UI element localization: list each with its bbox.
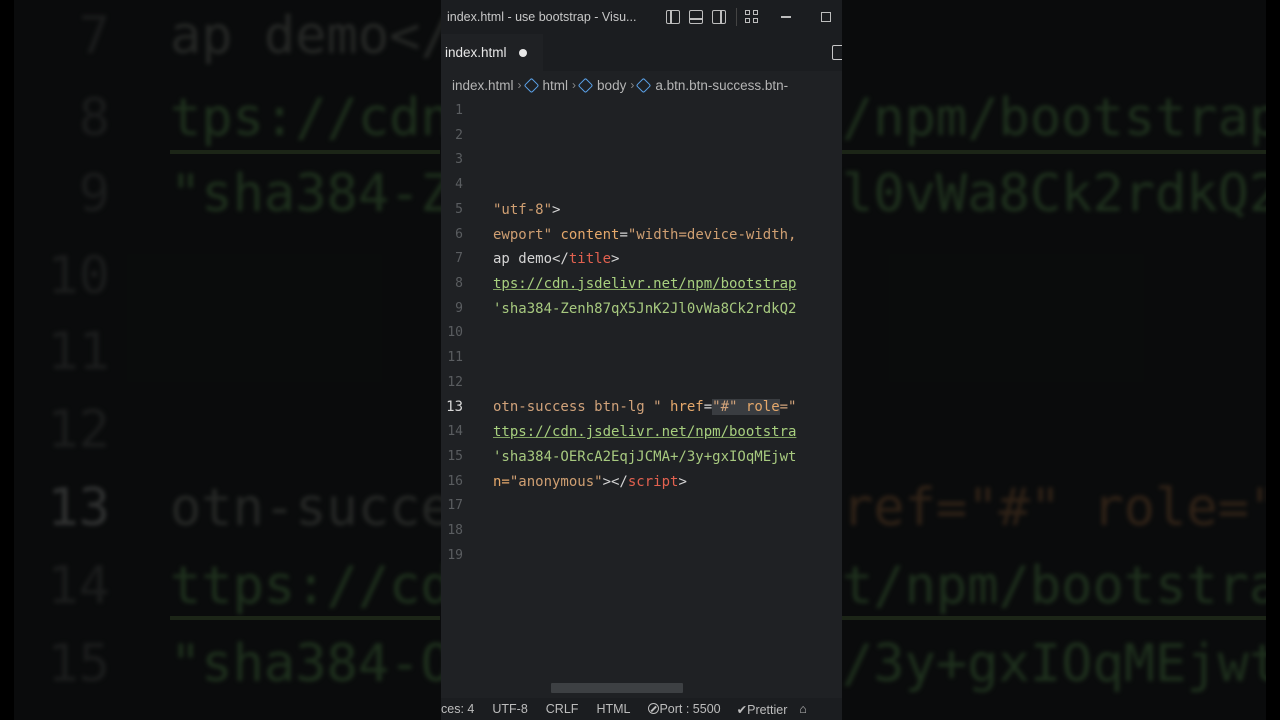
- toggle-primary-sidebar-icon[interactable]: [666, 10, 680, 24]
- element-icon: [636, 77, 652, 93]
- status-language[interactable]: HTML: [596, 702, 630, 716]
- code-editor[interactable]: 1 2 3 4 5 "utf-8"> 6 ewport" content="widt…: [441, 99, 842, 679]
- toggle-panel-icon[interactable]: [689, 10, 703, 24]
- status-prettier[interactable]: ✔Prettier: [737, 702, 788, 717]
- code-line: 3: [455, 152, 463, 168]
- element-icon: [523, 77, 539, 93]
- selected-text: "#": [712, 399, 738, 416]
- code-line: 10: [447, 325, 463, 341]
- code-line: 8 tps://cdn.jsdelivr.net/npm/bootstrap: [455, 275, 797, 292]
- unsaved-dot-icon[interactable]: [518, 48, 527, 57]
- customize-layout-icon[interactable]: [745, 10, 759, 24]
- split-editor-icon[interactable]: [832, 45, 842, 60]
- element-icon: [577, 77, 594, 93]
- code-line: 2: [455, 127, 463, 143]
- tab-label: index.html: [445, 45, 507, 60]
- code-line: 18: [447, 522, 463, 538]
- code-line: 15'sha384-OERcA2EqjJCMA+/3y+gxIOqMEjwt: [447, 448, 797, 465]
- code-line: 14 ttps://cdn.jsdelivr.net/npm/bootstra: [447, 424, 797, 441]
- code-line: 16 n="anonymous"></script>: [447, 473, 687, 490]
- maximize-icon[interactable]: [821, 12, 831, 22]
- status-indentation[interactable]: ces: 4: [441, 702, 474, 716]
- code-url-link[interactable]: ttps://cdn.jsdelivr.net/npm/bootstra: [493, 424, 796, 440]
- title-bar: index.html - use bootstrap - Visu...: [441, 0, 842, 34]
- code-line: 6 ewport" content="width=device-width,: [455, 226, 797, 243]
- horizontal-scrollbar[interactable]: [551, 683, 683, 693]
- status-bar: ces: 4 UTF-8 CRLF HTML Port : 5500 ✔Pret…: [441, 698, 842, 720]
- breadcrumb-anchor[interactable]: a.btn.btn-success.btn-: [655, 78, 788, 93]
- minimize-icon[interactable]: [781, 16, 791, 18]
- double-check-icon: ✔: [736, 702, 748, 717]
- code-line: 1: [455, 103, 463, 118]
- port-icon: [648, 703, 660, 714]
- status-encoding[interactable]: UTF-8: [492, 702, 527, 716]
- notifications-icon[interactable]: ⌂: [799, 702, 807, 716]
- code-line: 19: [447, 547, 463, 563]
- code-line: 5 "utf-8">: [455, 201, 561, 218]
- breadcrumb-html[interactable]: html: [543, 78, 569, 93]
- code-line: 7 ap demo</title>: [455, 251, 620, 268]
- code-line: 4: [455, 177, 463, 193]
- tab-index-html[interactable]: index.html: [441, 34, 543, 71]
- code-url-link[interactable]: tps://cdn.jsdelivr.net/npm/bootstrap: [493, 276, 796, 292]
- status-live-server[interactable]: Port : 5500: [648, 702, 721, 716]
- breadcrumb: index.html › html › body › a.btn.btn-suc…: [441, 71, 842, 99]
- window-title: index.html - use bootstrap - Visu...: [447, 10, 637, 24]
- titlebar-separator: [736, 8, 737, 26]
- toggle-secondary-sidebar-icon[interactable]: [712, 10, 726, 24]
- editor-tabs: index.html: [441, 34, 842, 71]
- code-line: 9'sha384-Zenh87qX5JnK2Jl0vWa8Ck2rdkQ2: [455, 300, 797, 317]
- chevron-right-icon: ›: [517, 78, 522, 92]
- code-line: 11: [447, 350, 463, 365]
- breadcrumb-body[interactable]: body: [597, 78, 626, 93]
- vscode-window: index.html - use bootstrap - Visu... ind…: [441, 0, 842, 720]
- breadcrumb-file[interactable]: index.html: [452, 78, 514, 93]
- code-line-active: 13 otn-success btn-lg " href="#" role=": [446, 399, 797, 416]
- chevron-right-icon: ›: [572, 78, 577, 92]
- status-eol[interactable]: CRLF: [546, 702, 579, 716]
- chevron-right-icon: ›: [630, 78, 635, 92]
- code-line: 12: [447, 374, 463, 390]
- code-line: 17: [447, 498, 463, 514]
